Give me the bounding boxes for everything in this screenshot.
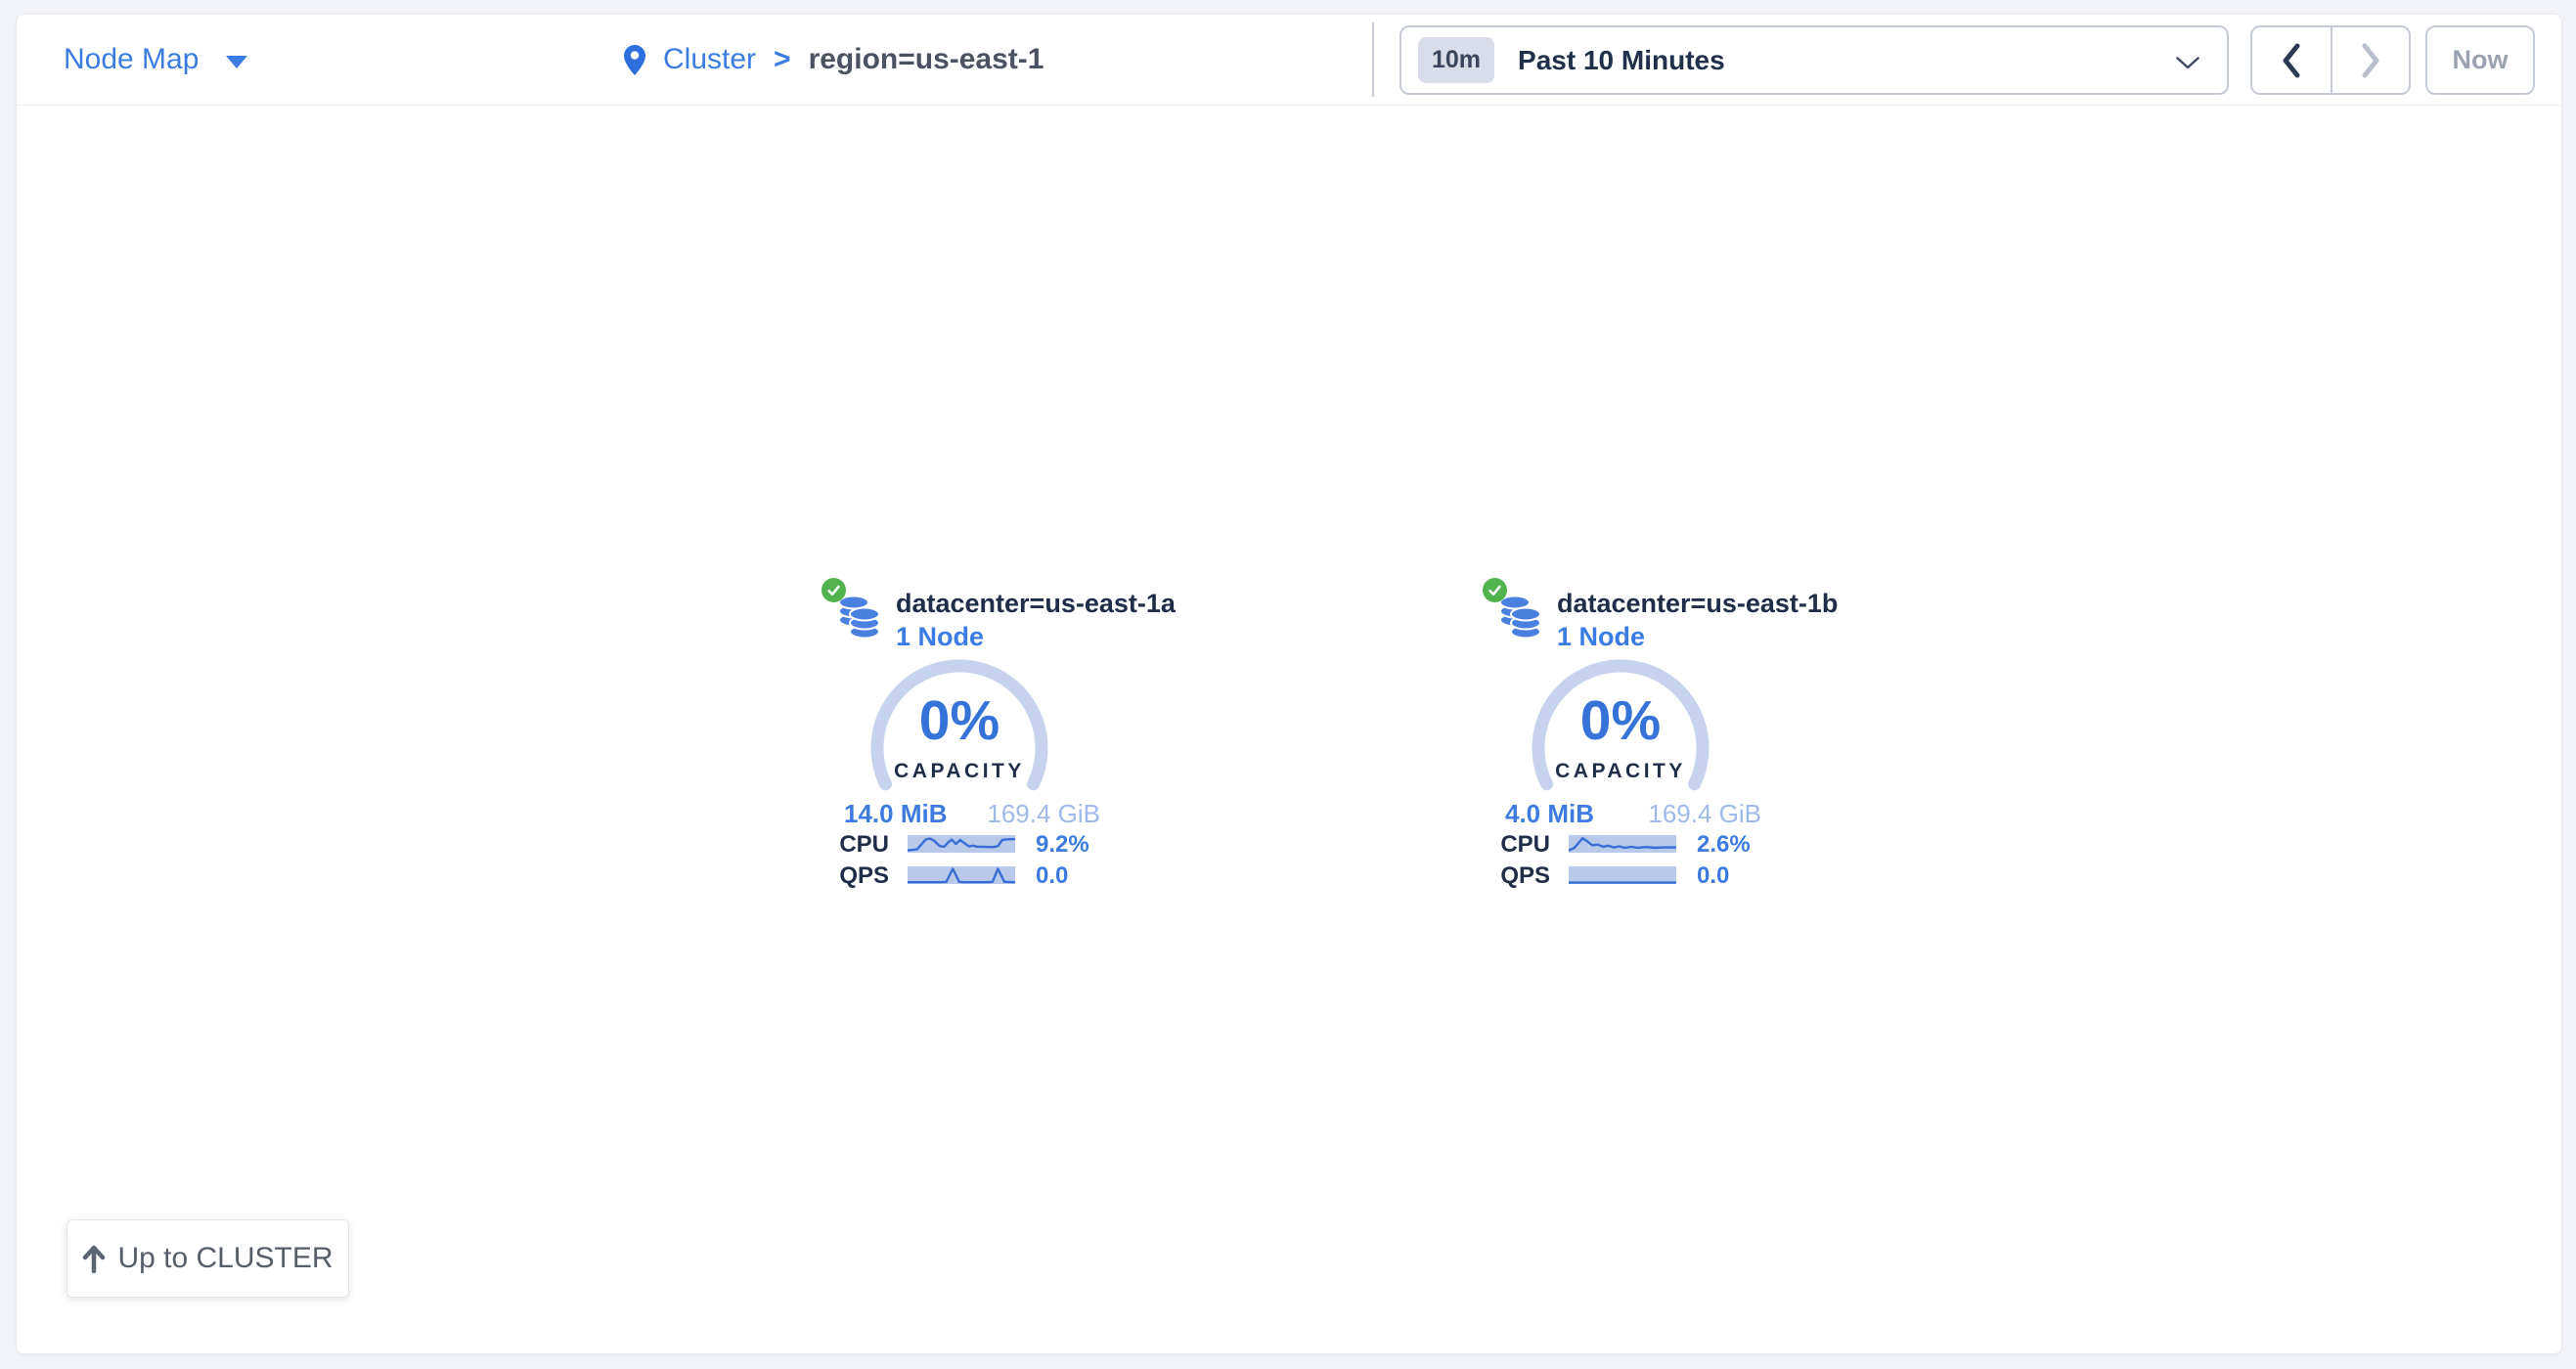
breadcrumb-current-locality: region=us-east-1: [809, 43, 1044, 76]
view-selector-dropdown[interactable]: Node Map: [64, 15, 247, 105]
healthy-check-icon: [822, 578, 846, 602]
datacenter-name: datacenter=us-east-1b: [1557, 589, 1838, 619]
cpu-metric-row: CPU 2.6%: [1480, 831, 1773, 857]
cpu-value: 2.6%: [1697, 831, 1751, 859]
cpu-value: 9.2%: [1036, 831, 1089, 859]
map-pin-icon: [624, 45, 645, 75]
cpu-sparkline-chart: [1569, 835, 1676, 853]
now-button[interactable]: Now: [2425, 25, 2535, 95]
time-nav-arrows: [2250, 25, 2411, 95]
capacity-total: 169.4 GiB: [987, 799, 1100, 829]
header-bar: Node Map Cluster > region=us-east-1 10m …: [17, 15, 2561, 106]
node-map-canvas: datacenter=us-east-1a 1 Node 0% CAPACITY…: [17, 106, 2561, 1354]
qps-metric-row: QPS 0.0: [819, 862, 1112, 888]
arrow-up-icon: [82, 1244, 106, 1273]
database-stack-icon: [1500, 595, 1540, 643]
node-count: 1 Node: [896, 622, 984, 652]
breadcrumb-separator: >: [774, 43, 791, 76]
qps-metric-row: QPS 0.0: [1480, 862, 1773, 888]
breadcrumb-cluster-link[interactable]: Cluster: [663, 43, 756, 76]
time-range-dropdown[interactable]: 10m Past 10 Minutes: [1399, 25, 2229, 95]
up-to-cluster-button[interactable]: Up to CLUSTER: [67, 1219, 349, 1298]
time-forward-button[interactable]: [2331, 27, 2409, 93]
cpu-label: CPU: [1480, 831, 1550, 859]
qps-sparkline-chart: [908, 866, 1015, 884]
qps-label: QPS: [819, 862, 889, 890]
capacity-values-row: 14.0 MiB 169.4 GiB: [844, 799, 1100, 829]
up-to-cluster-label: Up to CLUSTER: [117, 1242, 333, 1275]
chevron-right-icon: [2360, 43, 2381, 78]
cpu-label: CPU: [819, 831, 889, 859]
cpu-metric-row: CPU 9.2%: [819, 831, 1112, 857]
datacenter-group-us-east-1b[interactable]: datacenter=us-east-1b 1 Node 0% CAPACITY…: [1480, 577, 1832, 909]
capacity-used: 4.0 MiB: [1505, 799, 1594, 829]
chevron-left-icon: [2281, 43, 2302, 78]
datacenter-name: datacenter=us-east-1a: [896, 589, 1176, 619]
node-count: 1 Node: [1557, 622, 1645, 652]
healthy-check-icon: [1483, 578, 1507, 602]
cpu-sparkline-chart: [908, 835, 1015, 853]
view-selector-label: Node Map: [64, 43, 199, 76]
capacity-percent: 0%: [862, 693, 1057, 749]
main-panel: Node Map Cluster > region=us-east-1 10m …: [16, 14, 2562, 1354]
qps-value: 0.0: [1697, 862, 1729, 890]
qps-label: QPS: [1480, 862, 1550, 890]
time-back-button[interactable]: [2252, 27, 2331, 93]
qps-sparkline-chart: [1569, 866, 1676, 884]
capacity-total: 169.4 GiB: [1648, 799, 1761, 829]
time-range-badge: 10m: [1418, 37, 1494, 83]
capacity-caption: CAPACITY: [862, 760, 1057, 783]
node-map-page: Node Map Cluster > region=us-east-1 10m …: [0, 0, 2576, 1369]
breadcrumb: Cluster > region=us-east-1: [624, 15, 1044, 105]
qps-value: 0.0: [1036, 862, 1068, 890]
capacity-caption: CAPACITY: [1523, 760, 1718, 783]
capacity-used: 14.0 MiB: [844, 799, 948, 829]
time-range-label: Past 10 Minutes: [1518, 45, 1725, 76]
database-stack-icon: [839, 595, 879, 643]
chevron-down-icon: [2176, 57, 2199, 74]
datacenter-group-us-east-1a[interactable]: datacenter=us-east-1a 1 Node 0% CAPACITY…: [819, 577, 1171, 909]
capacity-values-row: 4.0 MiB 169.4 GiB: [1505, 799, 1761, 829]
capacity-percent: 0%: [1523, 693, 1718, 749]
caret-down-icon: [226, 56, 247, 68]
header-divider: [1372, 22, 1374, 97]
